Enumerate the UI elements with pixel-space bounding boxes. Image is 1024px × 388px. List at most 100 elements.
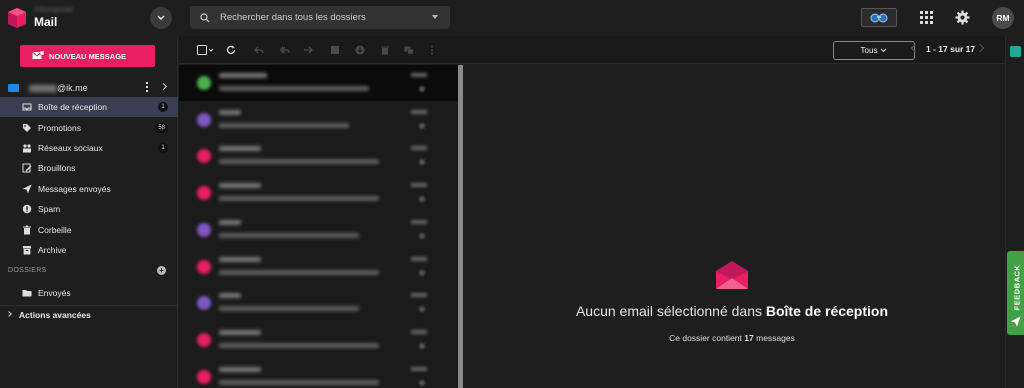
sidebar-item-promotions[interactable]: Promotions 58 [0, 118, 178, 138]
reply-all-icon[interactable] [280, 45, 290, 55]
new-message-label: NOUVEAU MESSAGE [48, 51, 127, 61]
apps-grid-icon[interactable] [920, 11, 933, 24]
sidebar-item-trash[interactable]: Corbeille [0, 220, 178, 240]
refresh-icon[interactable] [226, 45, 236, 55]
select-all-checkbox[interactable] [197, 45, 214, 55]
sender-avatar [197, 112, 211, 127]
trash-icon [23, 225, 31, 235]
app-switcher-button[interactable] [150, 7, 172, 29]
chevron-right-icon [6, 311, 12, 317]
status-icon [419, 306, 425, 313]
date-redacted [411, 329, 427, 334]
date-redacted [411, 109, 427, 114]
move-icon[interactable] [355, 45, 365, 55]
archive-action-icon[interactable] [330, 45, 340, 55]
subject-redacted [219, 122, 349, 128]
gear-icon[interactable] [955, 10, 970, 25]
tag-icon [23, 124, 31, 132]
list-item[interactable] [179, 322, 459, 358]
subject-redacted [219, 379, 379, 385]
reading-pane: Aucun email sélectionné dans Boîte de ré… [465, 65, 999, 388]
search-input[interactable] [220, 12, 420, 23]
forward-icon[interactable] [303, 45, 313, 55]
sender-avatar [197, 149, 211, 164]
sender-avatar [197, 332, 211, 347]
account-name-redacted [29, 84, 57, 92]
status-icon [419, 196, 425, 203]
sidebar-item-sent[interactable]: Messages envoyés [0, 179, 178, 199]
right-rail [1005, 36, 1024, 388]
list-item[interactable] [179, 212, 459, 248]
status-icon [419, 342, 425, 349]
sidebar-item-label: Spam [38, 204, 61, 214]
add-folder-button[interactable]: + [157, 266, 166, 275]
next-page-button[interactable] [975, 43, 985, 53]
unread-count-badge: 1 [158, 143, 168, 153]
status-icon [419, 232, 425, 239]
status-icon [419, 122, 425, 129]
date-redacted [411, 219, 427, 224]
unread-count-badge: 58 [155, 123, 168, 133]
feedback-button[interactable]: FEEDBACK [1007, 251, 1024, 335]
draft-icon [22, 163, 32, 173]
sidebar-item-label: Promotions [38, 123, 81, 133]
account-row[interactable]: @ik.me [0, 79, 178, 97]
list-item[interactable] [179, 102, 459, 138]
mail-logo-icon[interactable] [6, 7, 28, 29]
date-redacted [411, 366, 427, 371]
list-item[interactable] [179, 359, 459, 388]
advanced-actions-toggle[interactable]: Actions avancées [0, 305, 178, 323]
pagination-label: 1 - 17 sur 17 [926, 44, 976, 54]
search-options-caret-icon[interactable] [432, 15, 438, 19]
subject-redacted [219, 159, 379, 165]
account-label: @ik.me [57, 83, 88, 93]
inbox-icon [22, 103, 32, 111]
sidebar-item-label: Brouillons [38, 163, 76, 173]
unread-count-badge: 1 [158, 102, 168, 112]
chevron-down-icon [157, 15, 165, 21]
date-redacted [411, 73, 427, 77]
app-subtitle: Infomaniak [34, 5, 74, 14]
delete-icon[interactable] [380, 45, 390, 55]
date-redacted [411, 183, 427, 188]
sender-avatar [197, 259, 211, 274]
reply-icon[interactable] [254, 45, 264, 55]
sidebar-item-spam[interactable]: Spam [0, 199, 178, 219]
kdrive-app-icon[interactable] [1010, 46, 1021, 57]
more-vert-icon[interactable] [146, 82, 149, 92]
label-icon[interactable] [404, 45, 414, 55]
sender-redacted [219, 146, 261, 152]
list-item[interactable] [179, 285, 459, 321]
chevron-down-icon [881, 48, 887, 53]
sidebar-folder-envoyes[interactable]: Envoyés [0, 283, 178, 303]
list-item[interactable] [179, 249, 459, 285]
chevron-right-icon[interactable] [159, 82, 168, 91]
list-scrollbar[interactable] [458, 65, 463, 388]
status-icon [419, 269, 425, 276]
sidebar-item-drafts[interactable]: Brouillons [0, 158, 178, 178]
user-avatar[interactable]: RM [992, 7, 1014, 29]
spam-icon [22, 204, 32, 214]
list-item[interactable] [179, 138, 459, 174]
empty-state-sub-prefix: Ce dossier contient [669, 333, 742, 343]
folders-heading: DOSSIERS [8, 267, 47, 274]
envelope-icon [8, 84, 19, 92]
sender-redacted [219, 219, 241, 225]
search-bar[interactable] [190, 6, 450, 29]
new-message-button[interactable]: NOUVEAU MESSAGE [20, 45, 155, 67]
sidebar-item-label: Boîte de réception [38, 102, 107, 112]
filter-dropdown[interactable]: Tous [833, 41, 915, 60]
list-item[interactable] [179, 175, 459, 211]
list-item[interactable] [179, 65, 459, 101]
sender-redacted [219, 366, 261, 372]
empty-state-folder-name: Boîte de réception [765, 303, 889, 319]
top-bar: Infomaniak Mail RM [0, 0, 1024, 36]
sidebar-item-social[interactable]: Réseaux sociaux 1 [0, 138, 178, 158]
sidebar-item-inbox[interactable]: Boîte de réception 1 [0, 97, 178, 117]
sidebar-item-archive[interactable]: Archive [0, 240, 178, 260]
promo-badge-button[interactable] [861, 8, 897, 27]
subject-redacted [219, 342, 379, 348]
more-actions-icon[interactable] [430, 45, 434, 55]
status-icon [419, 379, 425, 386]
subject-redacted [219, 269, 379, 275]
